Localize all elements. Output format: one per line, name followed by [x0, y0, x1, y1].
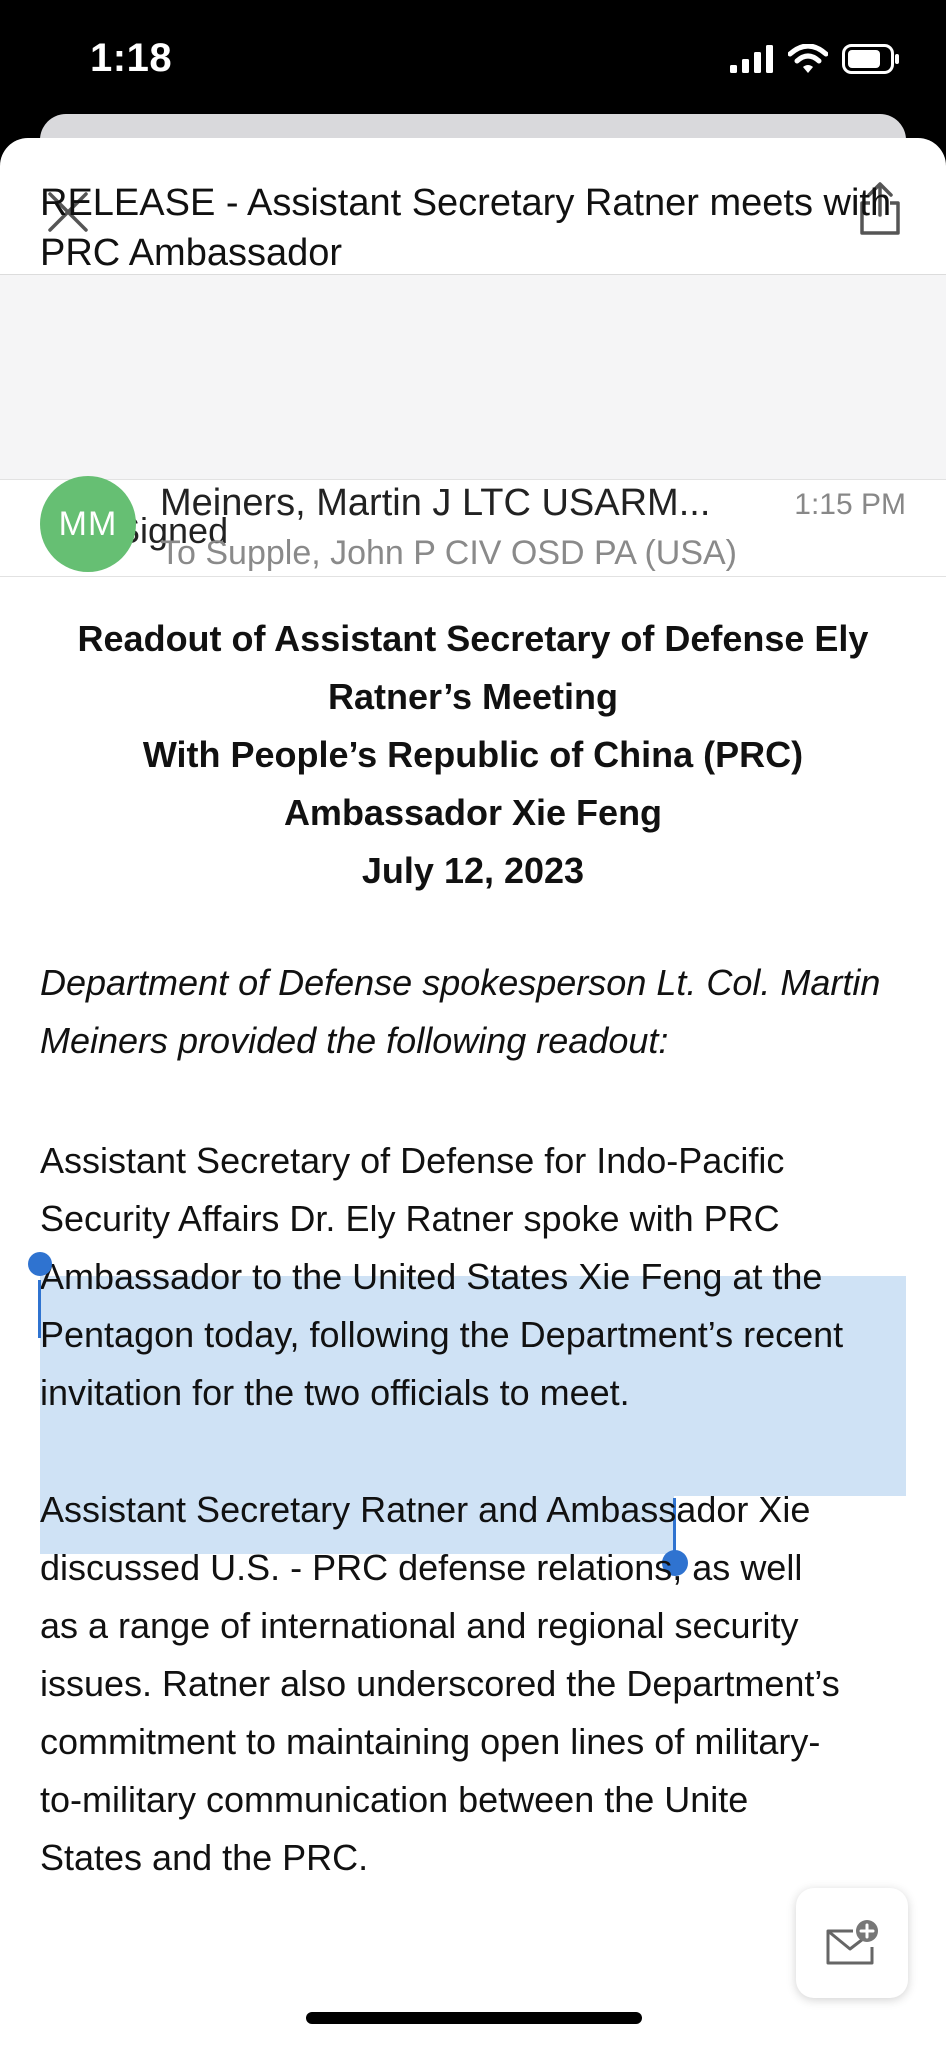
paragraph-line: invitation for the two officials to meet… — [40, 1372, 630, 1413]
intro-paragraph: Department of Defense spokesperson Lt. C… — [40, 962, 881, 1061]
body-paragraph: Assistant Secretary Ratner and Ambassado… — [40, 1481, 920, 1887]
paragraph-line: Assistant Secretary of Defense for Indo-… — [40, 1140, 785, 1181]
paragraph-line: Security Affairs Dr. Ely Ratner spoke wi… — [40, 1198, 780, 1239]
heading-line: With People’s Republic of China (PRC) — [142, 734, 804, 775]
heading-line: Readout of Assistant Secretary of Defens… — [77, 618, 869, 659]
body-paragraph-selected[interactable]: Assistant Secretary of Defense for Indo-… — [40, 1132, 920, 1422]
heading-line: Ambassador Xie Feng — [283, 792, 663, 833]
sender-avatar[interactable]: MM — [40, 476, 136, 572]
heading-line: Ratner’s Meeting — [327, 676, 619, 717]
selection-start-caret — [38, 1280, 41, 1338]
status-time: 1:18 — [90, 36, 173, 80]
compose-button[interactable] — [796, 1888, 908, 1998]
paragraph-line: discussed U.S. - PRC defense relations, … — [40, 1547, 803, 1588]
paragraph-line: as a range of international and regional… — [40, 1605, 799, 1646]
paragraph-line: issues. Ratner also underscored the Depa… — [40, 1663, 840, 1704]
heading-line: July 12, 2023 — [361, 850, 585, 891]
recipient-line[interactable]: To Supple, John P CIV OSD PA (USA) — [160, 534, 920, 573]
readout-heading: Readout of Assistant Secretary of Defens… — [30, 610, 916, 900]
status-icons — [730, 44, 900, 74]
sent-time: 1:15 PM — [794, 488, 906, 521]
new-mail-icon — [826, 1920, 878, 1965]
status-bar: 1:18 — [0, 0, 946, 120]
battery-icon — [842, 44, 899, 74]
paragraph-line: States and the PRC. — [40, 1837, 369, 1878]
paragraph-line: to-military communication between the Un… — [40, 1779, 749, 1820]
email-subject: RELEASE - Assistant Secretary Ratner mee… — [40, 182, 892, 274]
subject-area — [0, 275, 946, 480]
home-indicator — [306, 2012, 642, 2024]
selection-start-handle[interactable] — [28, 1252, 52, 1276]
paragraph-line: Ambassador to the United States Xie Feng… — [40, 1256, 823, 1297]
paragraph-line: Assistant Secretary Ratner and Ambassado… — [40, 1489, 811, 1530]
paragraph-line: Pentagon today, following the Department… — [40, 1314, 844, 1355]
sender-name[interactable]: Meiners, Martin J LTC USARM... — [160, 482, 770, 525]
wifi-icon — [788, 44, 828, 73]
cellular-signal-icon — [730, 45, 773, 73]
paragraph-line: commitment to maintaining open lines of … — [40, 1721, 821, 1762]
